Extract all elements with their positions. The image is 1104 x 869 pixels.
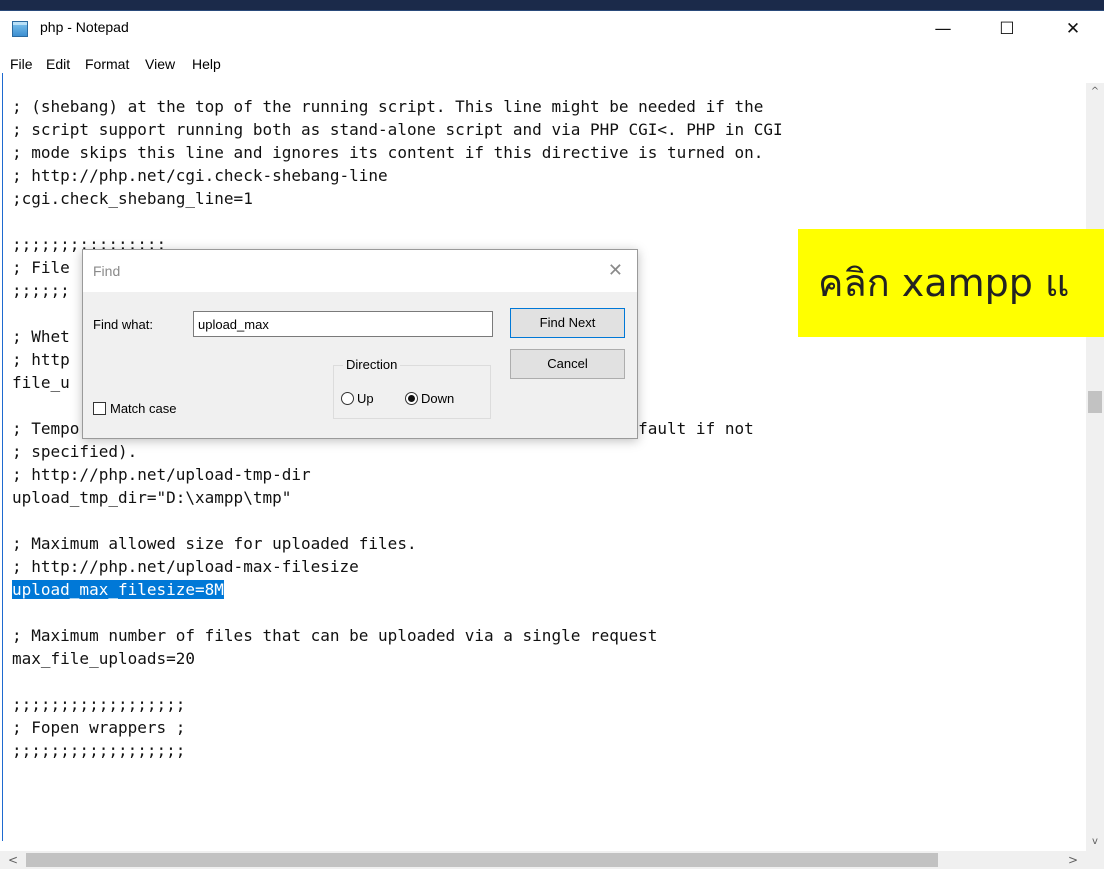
menu-format[interactable]: Format [85,56,129,72]
scroll-down-icon[interactable]: v [1086,833,1104,851]
editor-line: ; Maximum number of files that can be up… [12,626,658,645]
match-case-label: Match case [110,401,177,416]
vertical-scrollbar[interactable]: ^ v [1086,83,1104,851]
direction-up-label: Up [357,391,374,406]
radio-off-icon [341,392,354,405]
direction-up-radio[interactable]: Up [341,390,374,408]
direction-label: Direction [343,357,401,372]
editor-line: ; mode skips this line and ignores its c… [12,143,764,162]
editor-line: ; Whet [12,327,70,346]
text-editor[interactable]: ; (shebang) at the top of the running sc… [2,73,1085,841]
find-dialog-title: Find [93,263,121,279]
checkbox-unchecked-icon [93,402,106,415]
editor-line: ; Fopen wrappers ; [12,718,186,737]
window-title: php - Notepad [40,19,129,35]
editor-line: ; http://php.net/cgi.check-shebang-line [12,166,388,185]
radio-on-icon [405,392,418,405]
vertical-scroll-thumb[interactable] [1088,391,1102,413]
thai-annotation-banner: คลิก xampp แ [798,229,1104,337]
menu-help[interactable]: Help [192,56,221,72]
find-dialog-close-icon[interactable]: ✕ [608,260,623,281]
editor-line-selected: upload_max_filesize=8M [12,578,224,601]
editor-line: ; File [12,258,70,277]
menu-view[interactable]: View [145,56,175,72]
editor-line: ; http://php.net/upload-tmp-dir [12,465,311,484]
editor-line: ; script support running both as stand-a… [12,120,783,139]
menu-bar: File Edit Format View Help [0,51,1104,73]
title-bar[interactable]: php - Notepad — ☐ ✕ [0,11,1104,47]
find-dialog-title-bar[interactable]: Find ✕ [83,250,637,292]
editor-line: ; specified). [12,442,138,461]
close-button[interactable]: ✕ [1050,11,1096,47]
find-what-input[interactable] [193,311,493,337]
find-what-label: Find what: [93,317,153,332]
direction-down-label: Down [421,391,455,406]
selected-text: upload_max_filesize=8M [12,580,224,599]
editor-line: ; Maximum allowed size for uploaded file… [12,534,417,553]
find-next-button[interactable]: Find Next [510,308,625,338]
minimize-button[interactable]: — [920,11,966,47]
resize-grip[interactable] [1086,851,1104,869]
editor-line: ; http [12,350,70,369]
notepad-window: php - Notepad — ☐ ✕ File Edit Format Vie… [0,10,1104,869]
editor-line: ;;;;;;;;;;;;;;;;;; [12,741,186,760]
match-case-checkbox[interactable]: Match case [93,400,176,418]
find-dialog: Find ✕ Find what: Find Next Cancel Direc… [82,249,638,439]
editor-line: file_u [12,373,70,392]
editor-line: ;;;;;;;;;;;;;;;;;; [12,695,186,714]
maximize-button[interactable]: ☐ [984,11,1030,47]
notepad-app-icon [12,21,28,37]
horizontal-scrollbar[interactable]: < > [0,851,1086,869]
scroll-up-icon[interactable]: ^ [1086,83,1104,101]
editor-line: ;cgi.check_shebang_line=1 [12,189,253,208]
scroll-right-icon[interactable]: > [1064,851,1082,869]
editor-line: ; http://php.net/upload-max-filesize [12,557,359,576]
editor-line: ;;;;;; [12,281,70,300]
menu-file[interactable]: File [10,56,33,72]
scroll-left-icon[interactable]: < [4,851,22,869]
editor-line: ; (shebang) at the top of the running sc… [12,97,764,116]
horizontal-scroll-thumb[interactable] [26,853,938,867]
menu-edit[interactable]: Edit [46,56,70,72]
editor-line: upload_tmp_dir="D:\xampp\tmp" [12,488,292,507]
editor-line: max_file_uploads=20 [12,649,196,668]
cancel-button[interactable]: Cancel [510,349,625,379]
direction-down-radio[interactable]: Down [405,390,454,408]
